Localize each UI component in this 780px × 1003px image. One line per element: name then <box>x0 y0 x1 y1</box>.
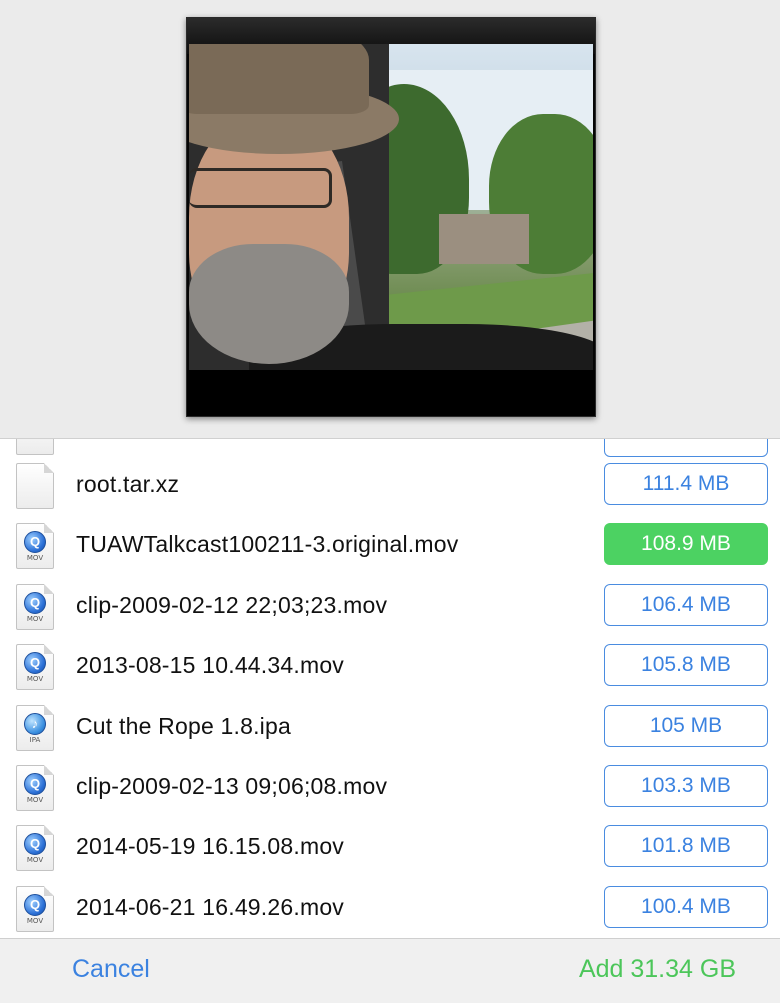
quicktime-movie-icon: Q MOV <box>16 583 54 630</box>
quicktime-movie-icon: Q MOV <box>16 825 54 872</box>
file-name: TUAWTalkcast100211-3.original.mov <box>76 531 459 558</box>
size-button[interactable]: 108.9 MB <box>604 523 768 566</box>
partial-list-item <box>0 439 780 457</box>
generic-file-icon <box>16 463 54 509</box>
file-name: root.tar.xz <box>76 471 180 497</box>
file-name: Cut the Rope 1.8.ipa <box>76 712 291 739</box>
file-name: 2014-06-21 16.49.26.mov <box>76 893 345 920</box>
list-item[interactable]: ♪ IPA Cut the Rope 1.8.ipa 105 MB <box>0 695 780 755</box>
quicktime-movie-icon: Q MOV <box>16 765 54 811</box>
size-button[interactable]: 105.8 MB <box>604 644 768 687</box>
file-name: 2014-05-19 16.15.08.mov <box>76 833 345 860</box>
file-name: clip-2009-02-13 09;06;08.mov <box>76 773 388 799</box>
footer-toolbar: Cancel Add 31.34 GB <box>0 938 780 1003</box>
size-button[interactable]: 106.4 MB <box>604 583 768 626</box>
file-name: clip-2009-02-12 22;03;23.mov <box>76 591 388 618</box>
file-list[interactable]: root.tar.xz 111.4 MB Q MOV TUAWTalkcast10021… <box>0 438 780 939</box>
list-item[interactable]: Q MOV 2014-05-19 16.15.08.mov 101.8 MB <box>0 815 780 875</box>
quicktime-movie-icon: Q MOV <box>16 523 54 570</box>
preview-area <box>0 0 780 438</box>
list-item[interactable]: Q MOV 2014-06-21 16.49.26.mov 100.4 MB <box>0 876 780 936</box>
size-button[interactable]: 100.4 MB <box>604 885 768 928</box>
list-item[interactable]: Q MOV clip-2009-02-12 22;03;23.mov 106.4 MB <box>0 574 780 634</box>
list-item[interactable]: Q MOV 2013-08-15 10.44.34.mov 105.8 MB <box>0 634 780 694</box>
list-item[interactable]: Q MOV clip-2009-02-13 09;06;08.mov 103.3 MB <box>0 755 780 815</box>
cancel-button[interactable]: Cancel <box>72 955 150 984</box>
size-button[interactable]: 103.3 MB <box>604 765 768 807</box>
ipa-app-icon: ♪ IPA <box>16 704 54 751</box>
video-bottom-bar <box>187 370 595 416</box>
add-button[interactable]: Add 31.34 GB <box>579 955 736 984</box>
list-item[interactable]: root.tar.xz 111.4 MB <box>0 453 780 513</box>
file-name: 2013-08-15 10.44.34.mov <box>76 652 345 679</box>
size-button[interactable]: 101.8 MB <box>604 825 768 868</box>
video-preview-thumbnail <box>186 17 596 417</box>
list-item[interactable]: Q MOV TUAWTalkcast100211-3.original.mov 108… <box>0 513 780 573</box>
size-button[interactable]: 111.4 MB <box>604 463 768 505</box>
video-frame <box>189 44 593 390</box>
quicktime-movie-icon: Q MOV <box>16 885 54 932</box>
quicktime-movie-icon: Q MOV <box>16 644 54 691</box>
size-button[interactable]: 105 MB <box>604 704 768 747</box>
